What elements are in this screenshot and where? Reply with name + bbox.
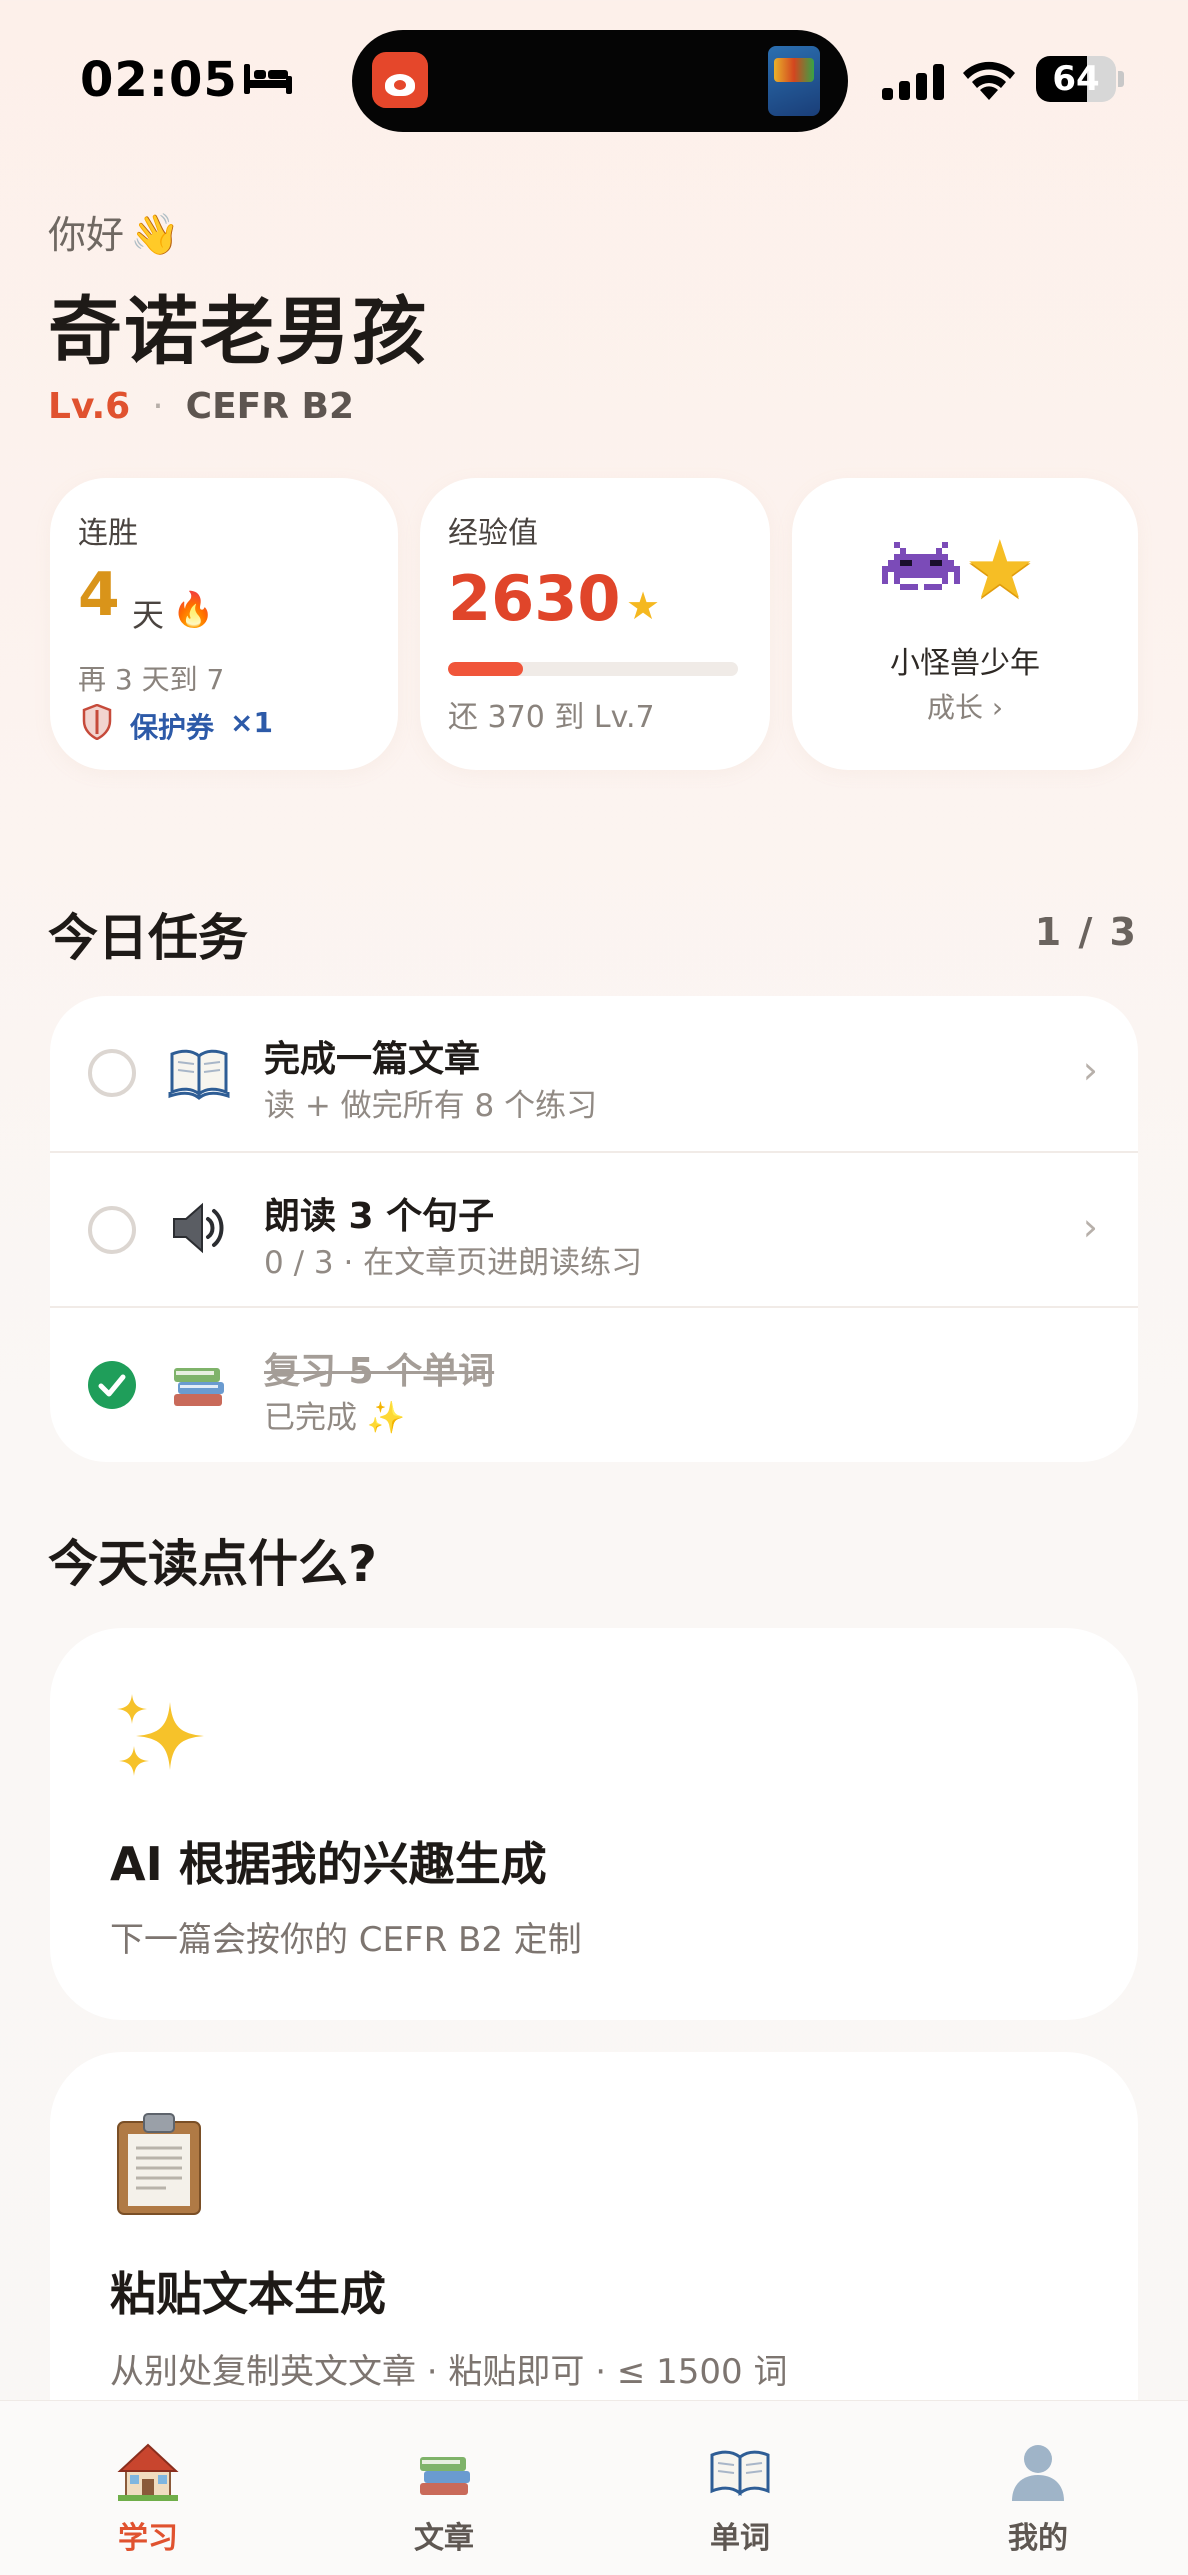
tasks-progress-count: 1 / 3 [1034,910,1138,954]
media-artwork-icon[interactable] [768,46,820,116]
tab-label: 我的 [1008,2521,1068,2556]
status-bar: 02:05 64 [0,0,1188,150]
open-book-icon [710,2450,770,2496]
separator-dot: · [152,386,164,427]
xp-progress-bar [448,662,738,676]
title-card[interactable]: ★ 小怪兽少年 成长 › [792,478,1138,770]
alien-monster-icon [882,542,960,590]
rank-title: 小怪兽少年 [890,646,1040,681]
shield-icon [82,704,112,740]
xp-value: 2630 [448,562,621,635]
read-card-subtitle: 从别处复制英文文章 · 粘贴即可 · ≤ 1500 词 [110,2352,788,2392]
clipboard-icon [117,2113,201,2215]
streak-value: 4 [78,560,120,630]
tab-profile[interactable]: 我的 [928,2401,1148,2575]
xp-label: 经验值 [448,516,538,551]
protection-coupon-count: ×1 [230,706,273,739]
xp-card[interactable]: 经验值 2630 ★ 还 370 到 Lv.7 [420,478,770,770]
checkmark-icon [98,1374,126,1397]
protection-coupon-label[interactable]: 保护券 [130,706,214,746]
bottom-tab-bar: 学习 文章 单词 我的 [0,2400,1188,2575]
cefr-level: CEFR B2 [185,386,355,427]
task-checkbox-checked[interactable] [88,1361,136,1409]
sleep-focus-icon [244,64,292,94]
read-card-subtitle: 下一篇会按你的 CEFR B2 定制 [110,1920,582,1960]
tab-label: 文章 [414,2521,474,2556]
status-time: 02:05 [80,52,238,108]
greeting-text: 你好 [48,213,125,257]
house-icon [117,2443,179,2501]
star-icon: ★ [626,584,661,628]
books-icon [420,2457,470,2495]
streak-goal-text: 再 3 天到 7 [78,663,225,696]
xp-remaining-text: 还 370 到 Lv.7 [448,700,655,735]
battery-label: 64 [1052,59,1100,99]
level-line: Lv.6 · CEFR B2 [48,386,354,427]
person-icon [1012,2445,1064,2501]
task-row[interactable]: 朗读 3 个句子 0 / 3 · 在文章页进朗读练习 › [50,1151,1138,1306]
greeting: 你好 👋 [48,204,180,259]
fire-icon: 🔥 [172,590,215,630]
wifi-icon [963,61,1015,100]
read-card-title: 粘贴文本生成 [110,2267,386,2321]
tab-study[interactable]: 学习 [38,2401,258,2575]
battery-icon: 64 [1036,56,1124,102]
task-subtitle: 读 + 做完所有 8 个练习 [264,1088,598,1124]
task-list: 完成一篇文章 读 + 做完所有 8 个练习 › 朗读 3 个句子 0 / 3 ·… [50,996,1138,1462]
task-title: 朗读 3 个句子 [264,1196,495,1237]
tab-articles[interactable]: 文章 [334,2401,554,2575]
task-title: 复习 5 个单词 [264,1351,495,1392]
sparkles-icon [117,1694,204,1776]
tab-label: 学习 [118,2521,178,2556]
xp-progress-fill [448,662,524,676]
task-subtitle: 已完成 ✨ [264,1400,406,1436]
tab-label: 单词 [710,2521,770,2556]
tab-words[interactable]: 单词 [630,2401,850,2575]
read-card-title: AI 根据我的兴趣生成 [110,1837,547,1891]
task-checkbox[interactable] [88,1049,136,1097]
cellular-signal-icon [882,64,946,100]
task-row[interactable]: 完成一篇文章 读 + 做完所有 8 个练习 › [50,996,1138,1151]
level-badge: Lv.6 [48,386,131,427]
username: 奇诺老男孩 [48,289,428,375]
task-title: 完成一篇文章 [264,1039,481,1080]
streak-unit: 天 [132,596,165,634]
ai-generate-card[interactable]: AI 根据我的兴趣生成 下一篇会按你的 CEFR B2 定制 [50,1628,1138,2020]
chevron-right-icon: › [1082,1205,1098,1249]
gold-star-icon: ★ [964,523,1036,616]
growth-link[interactable]: 成长 › [792,686,1138,726]
waving-hand-icon: 👋 [130,212,180,258]
tomato-app-icon[interactable] [372,52,428,108]
task-row[interactable]: 复习 5 个单词 已完成 ✨ [50,1306,1138,1461]
speaker-icon [173,1202,224,1254]
tasks-heading: 今日任务 [48,909,248,967]
task-subtitle: 0 / 3 · 在文章页进朗读练习 [264,1245,643,1281]
task-checkbox[interactable] [88,1206,136,1254]
chevron-right-icon: › [1082,1048,1098,1092]
read-heading: 今天读点什么? [48,1535,378,1593]
book-icon [168,1049,230,1100]
books-icon [174,1368,224,1406]
dynamic-island[interactable] [352,30,848,132]
streak-card[interactable]: 连胜 4 天 🔥 再 3 天到 7 保护券 ×1 [50,478,398,770]
streak-label: 连胜 [78,516,138,551]
